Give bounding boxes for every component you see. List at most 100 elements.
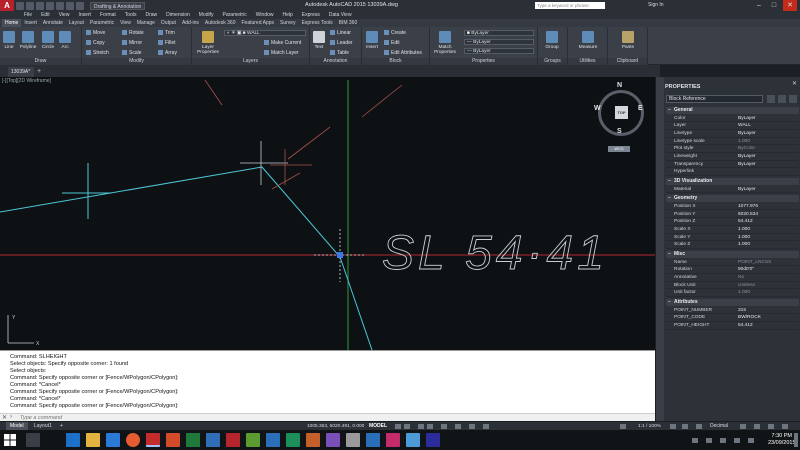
menu-window[interactable]: Window [256, 11, 274, 19]
redo-icon[interactable] [76, 1, 84, 10]
boundary-line[interactable] [287, 126, 331, 160]
drawing-area[interactable]: [-][Top][2D Wireframe] SL 54·41 Y X [0, 77, 655, 350]
saveas-icon[interactable] [46, 1, 54, 10]
save-icon[interactable] [36, 1, 44, 10]
property-row[interactable]: Block Unit Unitless [666, 282, 799, 290]
boundary-line[interactable] [271, 172, 301, 190]
scale-tool[interactable]: Scale [122, 50, 142, 56]
leader-tool[interactable]: Leader [330, 40, 353, 46]
property-value[interactable]: ByLayer [738, 161, 756, 169]
tab-autodesk-360[interactable]: Autodesk 360 [202, 19, 239, 27]
property-row[interactable]: Material ByLayer [666, 186, 799, 194]
section-general[interactable]: General [666, 107, 799, 114]
store-icon[interactable] [106, 433, 120, 447]
property-row[interactable]: Linetype scale 1.000 [666, 138, 799, 146]
ortho-icon[interactable] [418, 424, 424, 429]
otrack-icon[interactable] [455, 424, 461, 429]
array-tool[interactable]: Array [158, 50, 177, 56]
menu-dimension[interactable]: Dimension [166, 11, 190, 19]
file-explorer-icon[interactable] [86, 433, 100, 447]
tab-parametric[interactable]: Parametric [87, 19, 117, 27]
property-value[interactable]: No [738, 274, 744, 282]
tab-bim-360[interactable]: BIM 360 [336, 19, 361, 27]
new-tab-button[interactable]: + [37, 68, 45, 76]
show-desktop-button[interactable] [794, 433, 798, 447]
app-icon-1[interactable] [166, 433, 180, 447]
object-type-dropdown[interactable]: Block Reference [666, 95, 763, 103]
menu-parametric[interactable]: Parametric [223, 11, 247, 19]
command-options-icon[interactable]: › [10, 414, 12, 420]
property-row[interactable]: Position X 1077.976 [666, 203, 799, 211]
section-attr[interactable]: Attributes [666, 299, 799, 306]
section-misc[interactable]: Misc [666, 251, 799, 258]
quick-properties-icon[interactable] [740, 424, 746, 429]
rotate-tool[interactable]: Rotate [122, 30, 144, 36]
property-value[interactable]: 5020.534 [738, 211, 758, 219]
create-block-tool[interactable]: Create [384, 30, 406, 36]
polyline-tool[interactable]: Polyline [18, 31, 38, 50]
select-objects-icon[interactable] [778, 95, 786, 103]
viewcube-top-face[interactable]: TOP [615, 106, 628, 119]
property-row[interactable]: Color ByLayer [666, 115, 799, 123]
property-row[interactable]: Plot style ByColor [666, 145, 799, 153]
tab-home[interactable]: Home [2, 19, 22, 27]
polyline-segment[interactable] [339, 256, 373, 350]
fillet-tool[interactable]: Fillet [158, 40, 176, 46]
firefox-icon[interactable] [126, 433, 140, 447]
task-view-icon[interactable] [26, 433, 40, 447]
property-row[interactable]: Lineweight ByLayer [666, 153, 799, 161]
layers-panel-title[interactable]: Layers [192, 58, 309, 65]
line-tool[interactable]: Line [2, 31, 16, 50]
app-icon-6[interactable] [266, 433, 280, 447]
app-icon-7[interactable] [286, 433, 300, 447]
property-value[interactable]: 1.000 [738, 241, 750, 249]
menu-help[interactable]: Help [283, 11, 293, 19]
app-icon-12[interactable] [386, 433, 400, 447]
property-row[interactable]: Annotative No [666, 274, 799, 282]
app-menu-button[interactable]: A [0, 0, 14, 11]
measure-button[interactable]: Measure [572, 31, 604, 50]
compass-east[interactable]: E [638, 105, 643, 112]
clipboard-panel-title[interactable]: Clipboard [608, 58, 647, 65]
point-height-label[interactable]: SL 54·41 [382, 227, 608, 281]
menu-view[interactable]: View [59, 11, 70, 19]
boundary-line[interactable] [204, 79, 223, 106]
tab-featured-apps[interactable]: Featured Apps [238, 19, 277, 27]
close-command-line-icon[interactable]: ✕ [2, 414, 7, 421]
property-value[interactable]: 1.000 [738, 234, 750, 242]
linetype-dropdown[interactable]: — ByLayer [464, 48, 534, 54]
polyline-segment[interactable] [261, 166, 341, 258]
customize-icon[interactable] [782, 424, 788, 429]
property-value[interactable]: Unitless [738, 282, 755, 290]
isolate-icon[interactable] [754, 424, 760, 429]
property-value[interactable]: POINT_LNCSS [738, 259, 771, 267]
app-icon-9[interactable] [326, 433, 340, 447]
stretch-tool[interactable]: Stretch [86, 50, 109, 56]
menu-format[interactable]: Format [100, 11, 116, 19]
menu-data-view[interactable]: Data View [329, 11, 352, 19]
app-icon-3[interactable] [206, 433, 220, 447]
search-input[interactable]: Type a keyword or phrase [535, 2, 605, 9]
property-row[interactable]: Name POINT_LNCSS [666, 259, 799, 267]
property-value[interactable]: 54.412 [738, 322, 753, 330]
polar-icon[interactable] [427, 424, 433, 429]
move-tool[interactable]: Move [86, 30, 105, 36]
workspace-icon[interactable] [670, 424, 676, 429]
tab-view[interactable]: View [117, 19, 134, 27]
property-row[interactable]: POINT_HEIGHT 54.412 [666, 322, 799, 330]
tab-output[interactable]: Output [158, 19, 179, 27]
property-row[interactable]: Position Z 54.412 [666, 218, 799, 226]
property-row[interactable]: Unit factor 1.000 [666, 289, 799, 297]
app-icon-11[interactable] [366, 433, 380, 447]
property-value[interactable]: 54.412 [738, 218, 753, 226]
property-value[interactable]: WALL [738, 122, 751, 130]
circle-tool[interactable]: Circle [40, 31, 56, 50]
property-value[interactable]: 1.000 [738, 289, 750, 297]
copy-tool[interactable]: Copy [86, 40, 105, 46]
compass-south[interactable]: S [617, 128, 622, 135]
palette-title-strip[interactable] [656, 77, 664, 421]
autocad-taskbar-icon[interactable] [146, 433, 160, 447]
app-icon-5[interactable] [246, 433, 260, 447]
property-row[interactable]: POINT_CODE BW/ROCK [666, 314, 799, 322]
app-icon-8[interactable] [306, 433, 320, 447]
